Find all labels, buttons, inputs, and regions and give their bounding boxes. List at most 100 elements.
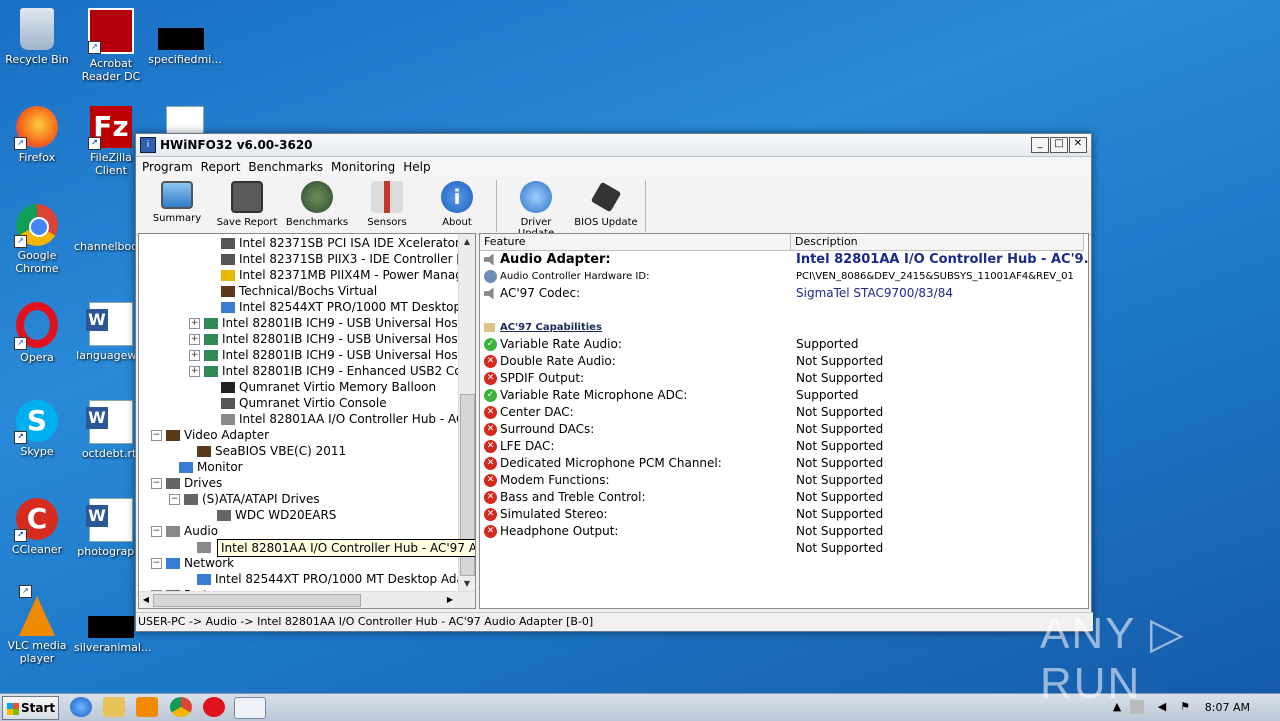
folder-icon bbox=[484, 322, 495, 332]
maximize-button[interactable]: □ bbox=[1050, 137, 1068, 153]
start-button[interactable]: Start bbox=[2, 696, 59, 720]
tree-item[interactable] bbox=[197, 539, 215, 555]
cross-icon: ✕ bbox=[484, 508, 497, 521]
expand-icon[interactable]: + bbox=[189, 318, 200, 329]
collapse-icon[interactable]: − bbox=[151, 430, 162, 441]
tree-item[interactable]: WDC WD20EARS bbox=[217, 507, 336, 523]
tree-item[interactable]: + Intel 82801IB ICH9 - USB Universal Host bbox=[189, 331, 462, 347]
collapse-icon[interactable]: − bbox=[151, 526, 162, 537]
desktop-icon-chrome[interactable]: ↗ Google Chrome bbox=[0, 204, 74, 275]
menu-report[interactable]: Report bbox=[199, 160, 247, 174]
hwinfo-taskbar-button[interactable] bbox=[234, 697, 266, 719]
capability-row[interactable]: ✕ Center DAC: bbox=[484, 404, 574, 421]
tree-item[interactable]: + Intel 82801IB ICH9 - USB Universal Host bbox=[189, 315, 462, 331]
tree-item[interactable]: Intel 82371SB PIIX3 - IDE Controller [A- bbox=[221, 251, 473, 267]
explorer-taskbar-icon[interactable] bbox=[103, 697, 125, 717]
tree-item[interactable]: − Video Adapter bbox=[151, 427, 269, 443]
menu-program[interactable]: Program bbox=[140, 160, 199, 174]
tree-item[interactable]: − Network bbox=[151, 555, 234, 571]
capability-name: LFE DAC: bbox=[500, 439, 555, 453]
tree-item[interactable]: Intel 82544XT PRO/1000 MT Desktop Adap bbox=[197, 571, 472, 587]
summary-label: Summary bbox=[152, 213, 202, 224]
scroll-down-icon[interactable]: ▼ bbox=[459, 576, 475, 592]
summary-button[interactable]: Summary bbox=[142, 177, 212, 224]
desktop-icon-skype[interactable]: S ↗ Skype bbox=[0, 400, 74, 458]
title-bar[interactable]: i HWiNFO32 v6.00-3620 _ □ ✕ bbox=[136, 134, 1091, 157]
desktop-icon-specifiedmi[interactable]: specifiedmi... bbox=[148, 8, 222, 66]
driver-update-button[interactable]: Driver Update bbox=[501, 177, 571, 239]
capability-row[interactable]: ✕ Surround DACs: bbox=[484, 421, 594, 438]
tree-item-label: Intel 82371SB PIIX3 - IDE Controller [A- bbox=[239, 252, 474, 266]
tree-item[interactable]: − (S)ATA/ATAPI Drives bbox=[169, 491, 320, 507]
capability-row[interactable]: ✕ LFE DAC: bbox=[484, 438, 554, 455]
column-header-description[interactable]: Description bbox=[791, 234, 1084, 251]
capability-value: Not Supported bbox=[796, 456, 884, 470]
bios-update-label: BIOS Update bbox=[574, 217, 638, 228]
tree-item[interactable]: − Audio bbox=[151, 523, 218, 539]
minimize-button[interactable]: _ bbox=[1031, 137, 1049, 153]
desktop-icon-ccleaner[interactable]: C ↗ CCleaner bbox=[0, 498, 74, 556]
tree-item[interactable]: Qumranet Virtio Memory Balloon bbox=[221, 379, 436, 395]
menu-help[interactable]: Help bbox=[401, 160, 436, 174]
expand-icon[interactable]: + bbox=[189, 350, 200, 361]
desktop-icon-opera[interactable]: ↗ Opera bbox=[0, 302, 74, 364]
tree-item[interactable]: Intel 82371SB PCI ISA IDE Xcelerator 3 bbox=[221, 235, 471, 251]
desktop-icon-vlc[interactable]: ↗ VLC media player bbox=[0, 585, 74, 665]
capability-row[interactable]: ✕ Double Rate Audio: bbox=[484, 353, 616, 370]
bios-update-button[interactable]: BIOS Update bbox=[571, 177, 641, 228]
tree-item[interactable]: Intel 82544XT PRO/1000 MT Desktop A bbox=[221, 299, 473, 315]
cross-icon: ✕ bbox=[484, 372, 497, 385]
ie-taskbar-icon[interactable] bbox=[70, 697, 92, 717]
collapse-icon[interactable]: − bbox=[151, 478, 162, 489]
device-icon bbox=[197, 446, 211, 457]
capability-value: Not Supported bbox=[796, 524, 884, 538]
save-report-button[interactable]: Save Report bbox=[212, 177, 282, 228]
desktop-icon-acrobat[interactable]: ↗ Acrobat Reader DC bbox=[74, 8, 148, 83]
collapse-icon[interactable]: − bbox=[151, 558, 162, 569]
capability-row[interactable]: ✓ Variable Rate Microphone ADC: bbox=[484, 387, 687, 404]
opera-taskbar-icon[interactable] bbox=[203, 697, 225, 717]
menu-monitoring[interactable]: Monitoring bbox=[329, 160, 401, 174]
tree-horizontal-scrollbar[interactable]: ◀ ▶ bbox=[139, 591, 475, 608]
tree-item[interactable]: Intel 82371MB PIIX4M - Power Manager bbox=[221, 267, 475, 283]
expand-icon[interactable]: + bbox=[189, 334, 200, 345]
capability-name: SPDIF Output: bbox=[500, 371, 585, 385]
capability-row[interactable]: ✕ Dedicated Microphone PCM Channel: bbox=[484, 455, 722, 472]
thermometer-icon bbox=[371, 181, 403, 213]
tree-item[interactable]: Intel 82801AA I/O Controller Hub - AC'9 bbox=[221, 411, 475, 427]
desktop-icon-firefox[interactable]: ↗ Firefox bbox=[0, 106, 74, 164]
tree-item[interactable]: + Intel 82801IB ICH9 - USB Universal Host bbox=[189, 347, 462, 363]
menu-benchmarks[interactable]: Benchmarks bbox=[246, 160, 329, 174]
collapse-icon[interactable]: − bbox=[169, 494, 180, 505]
scroll-left-icon[interactable]: ◀ bbox=[139, 592, 153, 608]
desktop-icon-recycle-bin[interactable]: Recycle Bin bbox=[0, 8, 74, 66]
tree-item[interactable]: Monitor bbox=[179, 459, 243, 475]
capability-row[interactable]: ✕ Simulated Stereo: bbox=[484, 506, 608, 523]
benchmarks-button[interactable]: Benchmarks bbox=[282, 177, 352, 228]
expand-icon[interactable]: + bbox=[189, 366, 200, 377]
scroll-right-icon[interactable]: ▶ bbox=[443, 592, 457, 608]
column-header-feature[interactable]: Feature bbox=[480, 234, 791, 251]
capability-row[interactable]: ✕ Bass and Treble Control: bbox=[484, 489, 645, 506]
close-button[interactable]: ✕ bbox=[1069, 137, 1087, 153]
capability-row[interactable]: ✕ Modem Functions: bbox=[484, 472, 610, 489]
tree-item[interactable]: − Drives bbox=[151, 475, 222, 491]
sensors-button[interactable]: Sensors bbox=[352, 177, 422, 228]
chrome-taskbar-icon[interactable] bbox=[170, 697, 192, 717]
hwid-row[interactable]: Audio Controller Hardware ID: bbox=[484, 268, 649, 285]
tree-item[interactable]: Qumranet Virtio Console bbox=[221, 395, 387, 411]
scroll-thumb[interactable] bbox=[153, 594, 361, 607]
capability-row[interactable]: ✓ Variable Rate Audio: bbox=[484, 336, 622, 353]
capability-row[interactable]: ✕ Headphone Output: bbox=[484, 523, 618, 540]
scroll-up-icon[interactable]: ▲ bbox=[459, 234, 475, 250]
device-tree[interactable]: Intel 82371SB PCI ISA IDE Xcelerator 3 In… bbox=[138, 233, 476, 609]
tree-item[interactable]: SeaBIOS VBE(C) 2011 bbox=[197, 443, 346, 459]
media-player-taskbar-icon[interactable] bbox=[136, 697, 158, 717]
tree-item[interactable]: Technical/Bochs Virtual bbox=[221, 283, 377, 299]
capability-row[interactable]: ✕ SPDIF Output: bbox=[484, 370, 584, 387]
codec-row[interactable]: AC'97 Codec: bbox=[484, 285, 580, 302]
opera-icon: ↗ bbox=[14, 302, 58, 350]
tree-item[interactable]: + Intel 82801IB ICH9 - Enhanced USB2 Co bbox=[189, 363, 462, 379]
audio-adapter-row[interactable]: Audio Adapter: bbox=[484, 251, 611, 268]
about-button[interactable]: i About bbox=[422, 177, 492, 228]
